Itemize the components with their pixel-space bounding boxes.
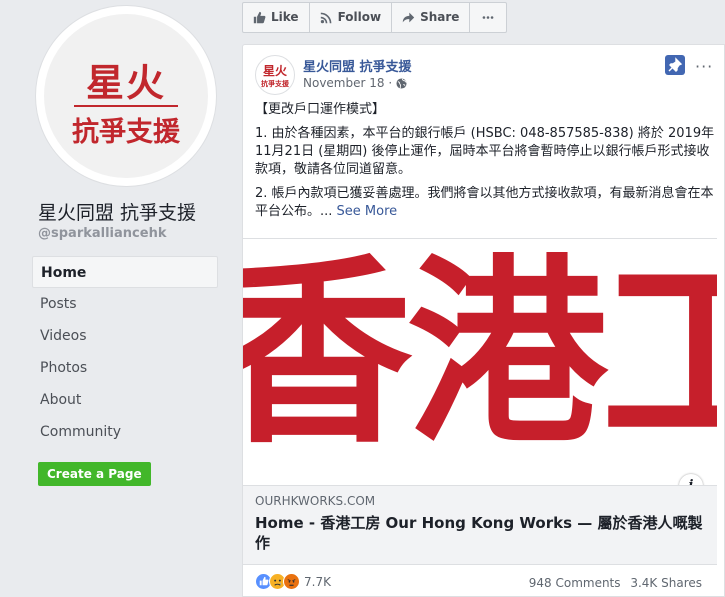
engagement-stats: 948 Comments 3.4K Shares [529,576,702,590]
pin-icon [668,57,683,72]
logo-divider [74,105,178,107]
see-more-link[interactable]: See More [337,204,398,219]
post-heading: 【更改戶口運作模式】 [255,102,386,117]
link-domain: OURHKWORKS.COM [255,494,376,508]
reactions-summary[interactable]: 7.7K [255,573,331,590]
more-dots-icon [483,16,494,19]
link-title: Home - 香港工房 Our Hong Kong Works — 屬於香港人嘅… [255,514,703,552]
page-nav: Home Posts Videos Photos About Community [32,256,218,448]
like-label: Like [271,10,299,24]
nav-item-community[interactable]: Community [32,416,218,448]
nav-item-home[interactable]: Home [32,256,218,288]
logo-top-text: 星火 [85,60,166,105]
nav-item-videos[interactable]: Videos [32,320,218,352]
post-options-icon[interactable]: ··· [695,57,713,76]
left-column: 星火 抗爭支援 星火同盟 抗爭支援 @sparkalliancehk Home … [0,0,228,597]
logo-bottom-text: 抗爭支援 [72,117,180,148]
thumbs-up-icon [253,11,266,24]
post-author[interactable]: 星火同盟 抗爭支援 [303,56,412,75]
post-body: 【更改戶口運作模式】 1. 由於各種因素，本平台的銀行帳戶 (HSBC: 048… [255,101,717,227]
link-preview-meta[interactable]: OURHKWORKS.COM Home - 香港工房 Our Hong Kong… [243,485,717,565]
create-page-button[interactable]: Create a Page [38,462,151,486]
post-card: 星火 抗爭支援 星火同盟 抗爭支援 November 18 · ··· 【更改戶… [242,44,725,597]
profile-logo: 星火 抗爭支援 [44,14,208,178]
post-timestamp[interactable]: November 18 · [303,76,407,90]
like-button[interactable]: Like [242,2,310,33]
more-options-button[interactable] [469,2,508,33]
share-label: Share [420,10,460,24]
rss-icon [320,12,331,24]
reaction-count: 7.7K [304,574,331,589]
page-handle[interactable]: @sparkalliancehk [38,226,166,241]
pinned-post-badge[interactable] [665,55,685,75]
follow-label: Follow [337,10,382,24]
page-action-bar: Like Follow Share [242,2,508,33]
share-button[interactable]: Share [391,2,471,33]
profile-picture[interactable]: 星火 抗爭支援 [36,6,216,186]
avatar-logo-bottom: 抗爭支援 [261,79,289,88]
post-paragraph-2: 2. 帳戶內款項已獲妥善處理。我們將會以其他方式接收款項，有最新消息會在本平台公… [255,185,717,221]
nav-item-about[interactable]: About [32,384,218,416]
angry-reaction-icon [283,573,300,590]
follow-button[interactable]: Follow [308,2,393,33]
author-avatar[interactable]: 星火 抗爭支援 [255,55,295,95]
page-title[interactable]: 星火同盟 抗爭支援 [38,198,196,225]
post-paragraph-2-text: 2. 帳戶內款項已獲妥善處理。我們將會以其他方式接收款項，有最新消息會在本平台公… [255,186,714,219]
shares-count[interactable]: 3.4K Shares [630,576,702,590]
share-arrow-icon [402,12,415,23]
post-date-text: November 18 · [303,76,393,90]
preview-image-text: 香港工 [243,238,717,471]
post-paragraph-1: 1. 由於各種因素，本平台的銀行帳戶 (HSBC: 048-857585-838… [255,126,715,177]
comments-count[interactable]: 948 Comments [529,576,621,590]
nav-item-photos[interactable]: Photos [32,352,218,384]
nav-item-posts[interactable]: Posts [32,288,218,320]
link-preview-image[interactable]: 香港工 [243,238,717,485]
avatar-logo-top: 星火 [262,64,287,78]
globe-icon [396,77,407,89]
